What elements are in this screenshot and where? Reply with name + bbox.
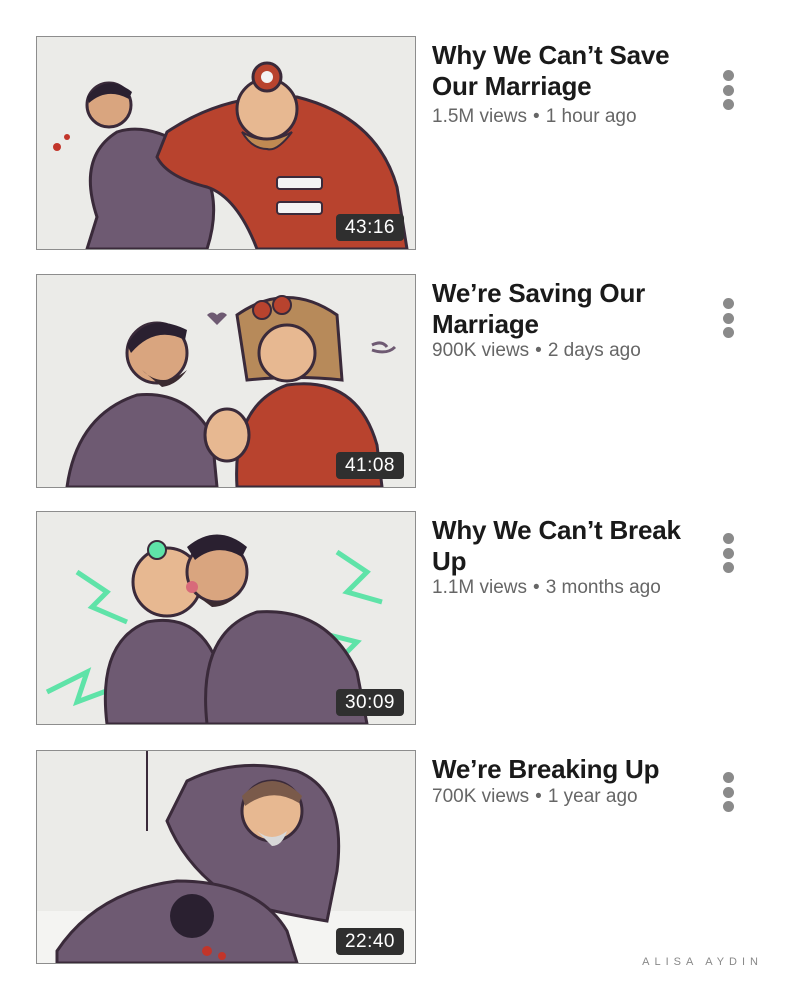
separator: •: [535, 786, 542, 807]
separator: •: [533, 106, 540, 127]
duration-badge: 41:08: [335, 452, 404, 479]
more-options-icon[interactable]: [714, 70, 742, 110]
video-thumbnail[interactable]: 30:09: [36, 511, 416, 725]
video-item[interactable]: 41:08 We’re Saving Our Marriage 900K vie…: [0, 274, 805, 490]
video-item[interactable]: 30:09 Why We Can’t Break Up 1.1M views • 3…: [0, 511, 805, 727]
video-item[interactable]: 22:40 We’re Breaking Up 700K views • 1 yea…: [0, 750, 805, 966]
more-options-icon[interactable]: [714, 533, 742, 573]
more-options-icon[interactable]: [714, 298, 742, 338]
artist-signature: ALISA AYDIN: [642, 956, 763, 968]
upload-age: 1 hour ago: [545, 106, 637, 127]
view-count: 700K views: [432, 786, 530, 807]
video-title[interactable]: We’re Saving Our Marriage: [432, 278, 682, 340]
video-title[interactable]: Why We Can’t Break Up: [432, 515, 682, 577]
separator: •: [535, 340, 542, 361]
video-item[interactable]: 43:16 Why We Can’t Save Our Marriage 1.5…: [0, 36, 805, 252]
video-title[interactable]: We’re Breaking Up: [432, 754, 682, 785]
video-thumbnail[interactable]: 22:40: [36, 750, 416, 964]
duration-badge: 30:09: [335, 689, 404, 716]
duration-badge: 22:40: [335, 928, 404, 955]
upload-age: 2 days ago: [547, 340, 641, 361]
view-count: 1.5M views: [432, 106, 528, 127]
separator: •: [533, 577, 540, 598]
video-meta: 1.5M views • 1 hour ago: [432, 106, 712, 128]
video-thumbnail[interactable]: 43:16: [36, 36, 416, 250]
upload-age: 1 year ago: [547, 786, 638, 807]
video-meta: 700K views • 1 year ago: [432, 786, 712, 808]
video-meta: 1.1M views • 3 months ago: [432, 577, 712, 599]
video-meta: 900K views • 2 days ago: [432, 340, 712, 362]
video-thumbnail[interactable]: 41:08: [36, 274, 416, 488]
duration-badge: 43:16: [335, 214, 404, 241]
upload-age: 3 months ago: [545, 577, 661, 598]
view-count: 900K views: [432, 340, 530, 361]
view-count: 1.1M views: [432, 577, 528, 598]
video-title[interactable]: Why We Can’t Save Our Marriage: [432, 40, 682, 102]
more-options-icon[interactable]: [714, 772, 742, 812]
